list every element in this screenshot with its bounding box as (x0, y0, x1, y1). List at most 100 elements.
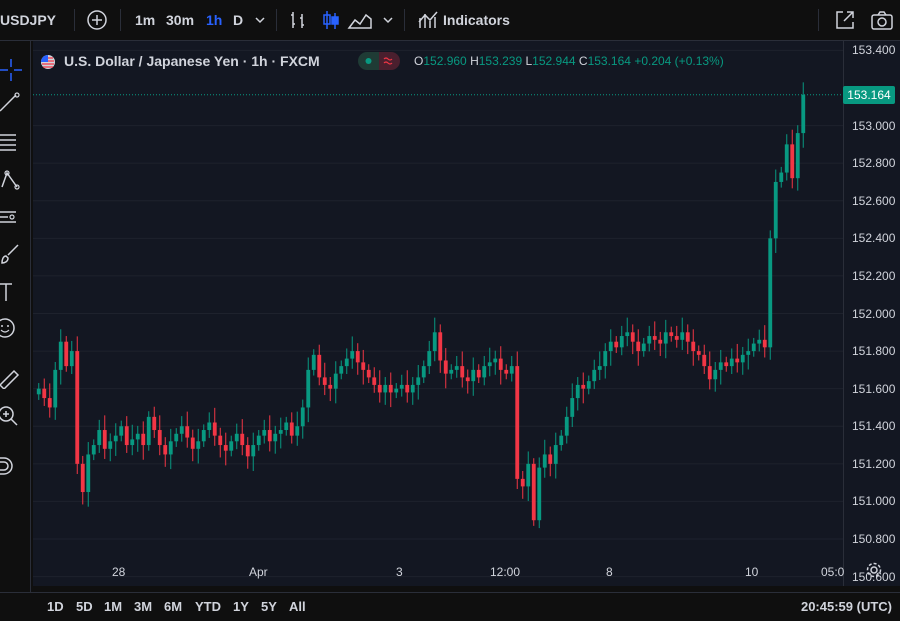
price-tick: 151.200 (852, 456, 896, 471)
candle (273, 425, 278, 454)
candle (240, 419, 245, 456)
candle (548, 446, 553, 477)
current-price-label: 153.164 (843, 85, 895, 104)
range-1d[interactable]: 1D (47, 599, 64, 614)
candle (146, 411, 151, 451)
text-icon[interactable] (0, 281, 22, 303)
ohlc-values: O152.960 H153.239 L152.944 C153.164 +0.2… (414, 54, 724, 68)
range-5d[interactable]: 5D (76, 599, 93, 614)
candle (718, 349, 723, 385)
chevron-down-icon[interactable] (382, 14, 394, 38)
close-label: C (578, 54, 588, 68)
candle (212, 407, 217, 446)
price-axis[interactable]: 153.400 153.000 152.800 152.600 152.400 152.2… (843, 41, 900, 586)
price-tick: 151.600 (852, 381, 896, 396)
candle (91, 439, 96, 461)
area-chart-icon[interactable] (347, 9, 373, 33)
fullscreen-icon[interactable] (834, 9, 856, 33)
interval-1m[interactable]: 1m (135, 8, 155, 32)
candle (190, 429, 195, 462)
range-5y[interactable]: 5Y (261, 599, 277, 614)
candle (586, 375, 591, 395)
bar-replay-icon[interactable] (288, 9, 310, 33)
range-ytd[interactable]: YTD (195, 599, 221, 614)
candle (163, 437, 168, 467)
range-6m[interactable]: 6M (164, 599, 182, 614)
candle (757, 329, 762, 352)
candles-icon[interactable] (320, 9, 342, 33)
candle (608, 329, 613, 366)
market-status-pill[interactable] (358, 52, 400, 70)
interval-30m[interactable]: 30m (166, 8, 194, 32)
candle (410, 377, 415, 405)
candle (229, 435, 234, 457)
candle (218, 427, 223, 458)
symbol-search[interactable]: USDJPY (0, 8, 56, 32)
emoji-icon[interactable] (0, 317, 22, 339)
brush-icon[interactable] (0, 243, 22, 265)
candle (58, 329, 63, 385)
candle (97, 419, 102, 453)
chevron-down-icon[interactable] (254, 14, 266, 38)
candle (262, 419, 267, 444)
candle (559, 430, 564, 451)
candle (388, 372, 393, 408)
camera-icon[interactable] (870, 9, 894, 33)
price-tick: 152.600 (852, 193, 896, 208)
candle (69, 340, 74, 375)
time-tick: 3 (396, 565, 403, 579)
candle (685, 324, 690, 355)
candle (157, 415, 162, 456)
fib-retracement-icon[interactable] (0, 131, 22, 153)
toolbar-divider (404, 9, 405, 31)
utc-clock[interactable]: 20:45:59 (UTC) (801, 599, 892, 614)
candle (311, 349, 316, 376)
range-1y[interactable]: 1Y (233, 599, 249, 614)
magnet-icon[interactable] (0, 455, 22, 477)
settings-icon[interactable] (866, 562, 882, 578)
candle (779, 166, 784, 188)
candle (399, 374, 404, 397)
indicators-icon[interactable] (417, 9, 439, 33)
candle (768, 230, 773, 360)
crosshair-icon[interactable] (0, 59, 22, 81)
toolbar-divider (276, 9, 277, 31)
candle (647, 325, 652, 352)
candlestick-plot[interactable] (33, 41, 843, 586)
candle (141, 421, 146, 460)
candle (251, 432, 256, 471)
symbol-title[interactable]: U.S. Dollar / Japanese Yen · 1h · FXCM (64, 53, 320, 69)
candle (603, 343, 608, 379)
range-1m[interactable]: 1M (104, 599, 122, 614)
pattern-icon[interactable] (0, 169, 22, 191)
candle (746, 338, 751, 370)
range-3m[interactable]: 3M (134, 599, 152, 614)
candle (416, 364, 421, 400)
candle (696, 345, 701, 361)
candle (597, 351, 602, 381)
candle (278, 417, 283, 449)
price-tick: 151.400 (852, 419, 896, 434)
candle (581, 372, 586, 404)
candle (207, 412, 212, 438)
zoom-in-icon[interactable] (0, 405, 22, 427)
candle (42, 378, 47, 406)
trend-line-icon[interactable] (0, 91, 22, 113)
forecasting-icon[interactable] (0, 206, 22, 228)
candle (691, 329, 696, 366)
interval-d[interactable]: D (233, 8, 243, 32)
candle (784, 134, 789, 181)
candle (196, 428, 201, 464)
candle (575, 377, 580, 411)
candle (427, 340, 432, 375)
add-symbol-icon[interactable] (86, 9, 108, 33)
candle (641, 337, 646, 357)
indicators-button[interactable]: Indicators (443, 8, 510, 32)
candle (762, 325, 767, 358)
interval-1h[interactable]: 1h (206, 8, 222, 32)
candle (366, 364, 371, 384)
range-all[interactable]: All (289, 599, 306, 614)
bottom-toolbar: 1D 5D 1M 3M 6M YTD 1Y 5Y All 20:45:59 (U… (0, 592, 900, 621)
ruler-icon[interactable] (0, 367, 22, 389)
candle (504, 364, 509, 380)
